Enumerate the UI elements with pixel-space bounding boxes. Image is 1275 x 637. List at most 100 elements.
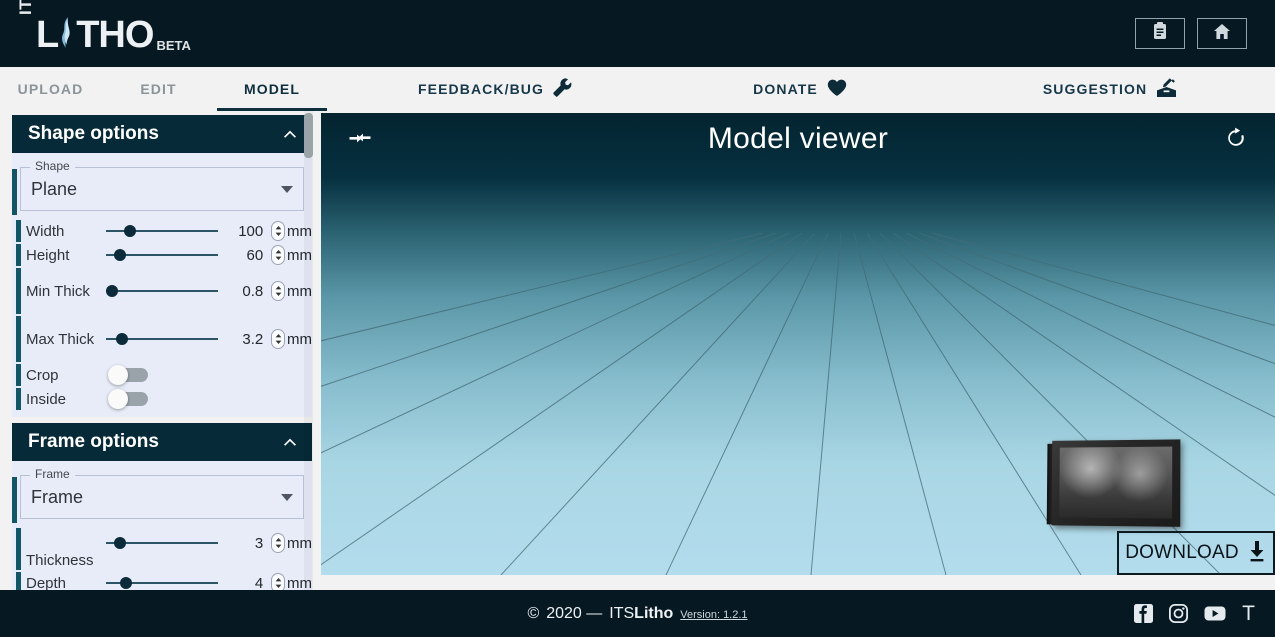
control-value-height: 60 [246,246,264,264]
stepper-min-thick[interactable] [271,281,285,301]
thingiverse-icon[interactable]: T [1242,603,1255,624]
control-label-min-thick: Min Thick [26,282,90,300]
control-label-max-thick: Max Thick [26,330,95,348]
top-bar: ITS L THO BETA [0,0,1275,67]
control-row-max-thick: Max Thick 3.2 mm [12,315,312,363]
link-feedback-label: FEEDBACK/BUG [418,81,544,97]
chevron-down-icon[interactable] [281,494,293,501]
model-surface [1059,446,1173,519]
wrench-icon [553,78,572,100]
link-donate-label: DONATE [753,81,818,97]
tab-model[interactable]: MODEL [217,67,327,111]
lithophane-model[interactable] [1046,439,1181,527]
instagram-icon[interactable] [1169,604,1189,623]
viewer-header: Model viewer [321,113,1275,165]
stepper-height[interactable] [271,245,285,265]
shape-options-header[interactable]: Shape options [12,115,312,153]
row-accent-bar [16,572,21,590]
control-row-min-thick: Min Thick 0.8 mm [12,267,312,315]
stepper-width[interactable] [271,221,285,241]
slider-thickness[interactable] [106,533,219,553]
flame-icon [57,17,76,51]
link-suggestion[interactable]: SUGGESTION [950,67,1270,111]
slider-thumb[interactable] [124,225,137,237]
chevron-up-icon[interactable] [282,434,298,450]
footer-brand-pre: ITS [609,604,635,622]
stepper-max-thick[interactable] [271,329,285,349]
shape-select-legend: Shape [30,159,75,173]
download-label: DOWNLOAD [1125,542,1239,563]
shape-select[interactable]: Shape Plane [20,159,304,211]
frame-accent-bar [12,477,17,523]
options-sidebar: Shape options Shape Plane Width 100 mm H… [0,111,320,590]
footer-social-links: T [1134,590,1255,637]
row-accent-bar [16,220,21,242]
logo-beta-badge: BETA [156,38,191,53]
control-row-width: Width 100 mm [12,219,312,243]
frame-options-body: Frame Frame Thickness 3 mm Depth 4 mm [12,461,312,590]
control-value-min-thick: 0.8 [242,282,264,300]
control-label-crop: Crop [26,366,59,384]
slider-thumb[interactable] [114,537,127,549]
slider-width[interactable] [106,221,219,241]
chevron-up-icon[interactable] [282,126,298,142]
footer-brand-post: Litho [634,604,674,622]
model-viewer[interactable]: Model viewer DOWNLOAD [321,113,1275,575]
slider-thumb[interactable] [106,285,119,297]
assignment-button[interactable] [1135,18,1185,49]
facebook-icon[interactable] [1134,604,1154,623]
control-row-inside: Inside [12,387,312,411]
shape-options-body: Shape Plane Width 100 mm Height 60 mm Mi… [12,153,312,417]
frame-select-value: Frame [31,486,84,507]
frame-select[interactable]: Frame Frame [20,467,304,519]
frame-options-header[interactable]: Frame options [12,423,312,461]
control-value-thickness: 3 [254,534,264,552]
sidebar-scrollbar-thumb[interactable] [304,113,313,158]
frame-options-panel: Frame options Frame Frame Thickness 3 mm… [12,423,312,590]
toggle-inside[interactable] [108,389,148,409]
control-label-depth: Depth [26,574,67,591]
slider-depth[interactable] [106,573,219,590]
control-value-max-thick: 3.2 [242,330,264,348]
slider-track [106,290,219,292]
collapse-horizontal-icon[interactable] [349,129,371,154]
row-accent-bar [16,244,21,266]
link-feedback-bug[interactable]: FEEDBACK/BUG [340,67,650,111]
shape-options-title: Shape options [28,123,159,144]
tab-upload[interactable]: UPLOAD [0,67,101,111]
slider-thumb[interactable] [114,249,127,261]
footer: © 2020 — ITSLitho Version: 1.2.1 T [0,590,1275,637]
copyright-icon: © [527,604,540,622]
slider-min-thick[interactable] [106,281,219,301]
tab-bar: UPLOAD EDIT MODEL FEEDBACK/BUG DONATE SU… [0,67,1275,111]
logo-its-text: ITS [16,0,35,15]
control-value-width: 100 [238,222,264,240]
app-logo[interactable]: ITS L THO BETA [14,0,191,57]
stepper-thickness[interactable] [271,533,285,553]
row-accent-bar [16,316,21,362]
control-row-crop: Crop [12,363,312,387]
control-label-inside: Inside [26,390,67,408]
youtube-icon[interactable] [1204,605,1226,622]
toggle-crop[interactable] [108,365,148,385]
link-donate[interactable]: DONATE [650,67,950,111]
slider-thumb[interactable] [116,333,129,345]
download-button[interactable]: DOWNLOAD [1117,531,1275,575]
heart-icon [827,79,847,100]
home-button[interactable] [1197,18,1247,49]
row-accent-bar [16,388,21,410]
tab-edit[interactable]: EDIT [108,67,209,111]
logo-letters-tho: THO [76,14,154,56]
control-value-depth: 4 [254,574,264,591]
sidebar-scrollbar-track[interactable] [304,111,313,590]
slider-track [106,230,219,232]
slider-max-thick[interactable] [106,329,219,349]
ballot-box-icon [1156,77,1177,101]
refresh-icon[interactable] [1225,127,1247,154]
stepper-depth[interactable] [271,573,285,590]
chevron-down-icon[interactable] [281,186,293,193]
slider-height[interactable] [106,245,219,265]
footer-copyright: © 2020 — ITSLitho Version: 1.2.1 [527,605,747,623]
version-link[interactable]: Version: 1.2.1 [680,609,747,621]
slider-thumb[interactable] [120,577,133,589]
